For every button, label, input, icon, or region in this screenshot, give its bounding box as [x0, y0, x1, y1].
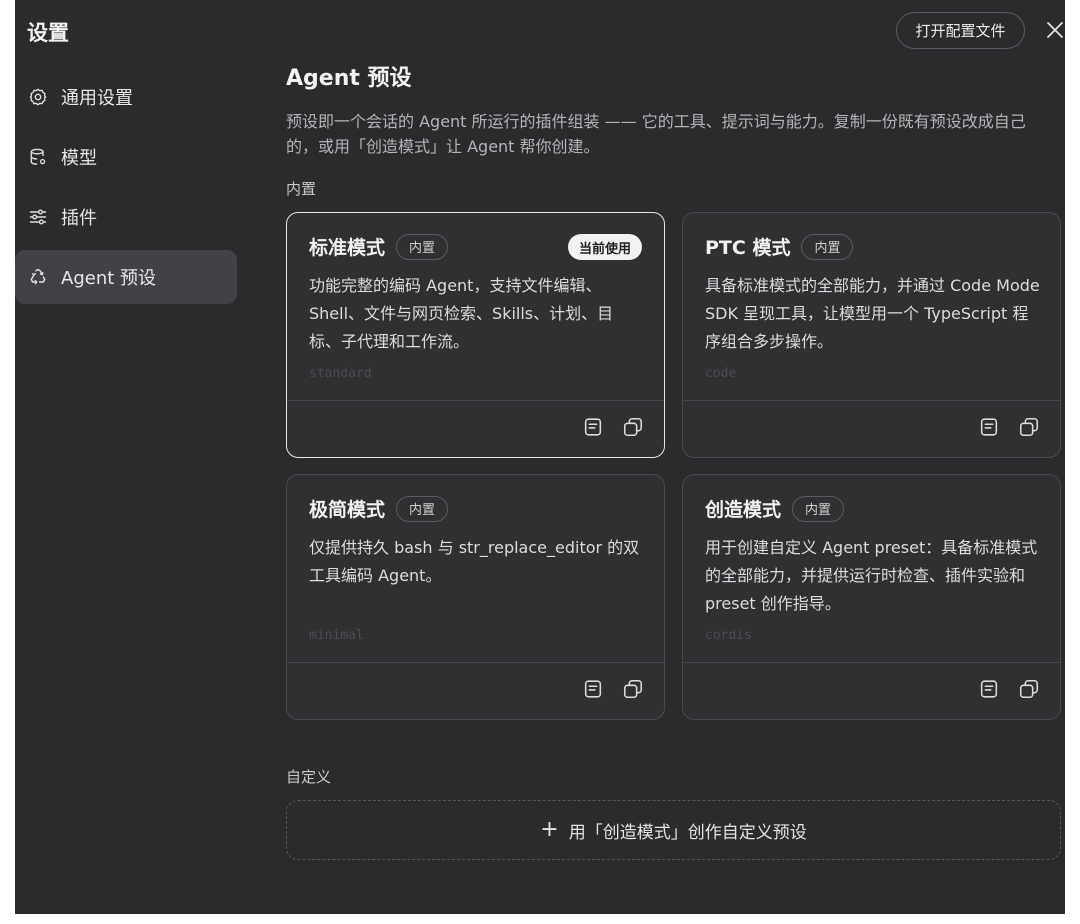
copy-icon[interactable]	[622, 416, 644, 442]
sidebar-item-models[interactable]: 模型	[15, 130, 237, 184]
copy-icon[interactable]	[1018, 416, 1040, 442]
preset-description: 具备标准模式的全部能力，并通过 Code Mode SDK 呈现工具，让模型用一…	[705, 276, 1040, 351]
builtin-badge: 内置	[396, 233, 449, 260]
main-content: Agent 预设 预设即一个会话的 Agent 所运行的插件组装 —— 它的工具…	[286, 60, 1061, 860]
sidebar-item-agent-presets[interactable]: Agent 预设	[15, 250, 237, 304]
custom-section-label: 自定义	[286, 768, 332, 786]
copy-icon[interactable]	[622, 678, 644, 704]
create-button-label: 用「创造模式」创作自定义预设	[568, 822, 807, 843]
preset-description: 功能完整的编码 Agent，支持文件编辑、Shell、文件与网页检索、Skill…	[309, 276, 614, 351]
window-title: 设置	[27, 21, 69, 45]
plus-icon: +	[540, 817, 559, 842]
preset-name: 创造模式	[705, 499, 782, 521]
preset-name: 标准模式	[309, 237, 386, 259]
card-divider	[683, 400, 1060, 401]
preset-name: 极简模式	[309, 499, 386, 521]
builtin-section-label: 内置	[286, 180, 317, 198]
preset-id: minimal	[309, 628, 364, 643]
window-margin	[0, 0, 15, 924]
copy-icon[interactable]	[1018, 678, 1040, 704]
gear-icon	[27, 86, 49, 108]
view-file-icon[interactable]	[978, 678, 1000, 704]
card-divider	[287, 400, 664, 401]
database-icon	[27, 146, 49, 168]
preset-id: cordis	[705, 628, 752, 643]
current-badge: 当前使用	[567, 234, 642, 260]
sidebar: 通用设置 模型 插件 Agent 预设	[15, 70, 237, 310]
open-config-button[interactable]: 打开配置文件	[896, 12, 1025, 49]
preset-id: code	[705, 366, 737, 381]
page-title: Agent 预设	[286, 66, 412, 91]
view-file-icon[interactable]	[582, 678, 604, 704]
sidebar-item-general[interactable]: 通用设置	[15, 70, 237, 124]
preset-id: standard	[309, 366, 372, 381]
sidebar-item-label: 模型	[61, 148, 97, 169]
card-divider	[287, 662, 664, 663]
view-file-icon[interactable]	[582, 416, 604, 442]
sidebar-item-label: 通用设置	[61, 88, 133, 109]
sidebar-item-label: 插件	[61, 208, 97, 229]
view-file-icon[interactable]	[978, 416, 1000, 442]
close-icon[interactable]	[1043, 18, 1067, 42]
page-description: 预设即一个会话的 Agent 所运行的插件组装 —— 它的工具、提示词与能力。复…	[286, 112, 1026, 156]
builtin-badge: 内置	[792, 495, 845, 522]
builtin-badge: 内置	[396, 495, 449, 522]
preset-card-minimal[interactable]: 极简模式 内置 仅提供持久 bash 与 str_replace_editor …	[286, 474, 665, 720]
preset-card-cordis[interactable]: 创造模式 内置 用于创建自定义 Agent preset：具备标准模式的全部能力…	[682, 474, 1061, 720]
sidebar-item-plugins[interactable]: 插件	[15, 190, 237, 244]
recycle-icon	[27, 266, 49, 288]
sliders-icon	[27, 206, 49, 228]
preset-name: PTC 模式	[705, 237, 791, 259]
sidebar-item-label: Agent 预设	[61, 268, 157, 289]
card-divider	[683, 662, 1060, 663]
preset-card-code[interactable]: PTC 模式 内置 具备标准模式的全部能力，并通过 Code Mode SDK …	[682, 212, 1061, 458]
builtin-badge: 内置	[801, 233, 854, 260]
create-custom-preset-button[interactable]: + 用「创造模式」创作自定义预设	[286, 800, 1061, 860]
settings-window: 设置 打开配置文件 通用设置 模型 插件 Agent 预设 Agent 预设 预…	[15, 0, 1065, 914]
preset-description: 仅提供持久 bash 与 str_replace_editor 的双工具编码 A…	[309, 538, 640, 585]
preset-card-standard[interactable]: 标准模式 内置 当前使用 功能完整的编码 Agent，支持文件编辑、Shell、…	[286, 212, 665, 458]
preset-description: 用于创建自定义 Agent preset：具备标准模式的全部能力，并提供运行时检…	[705, 538, 1038, 613]
